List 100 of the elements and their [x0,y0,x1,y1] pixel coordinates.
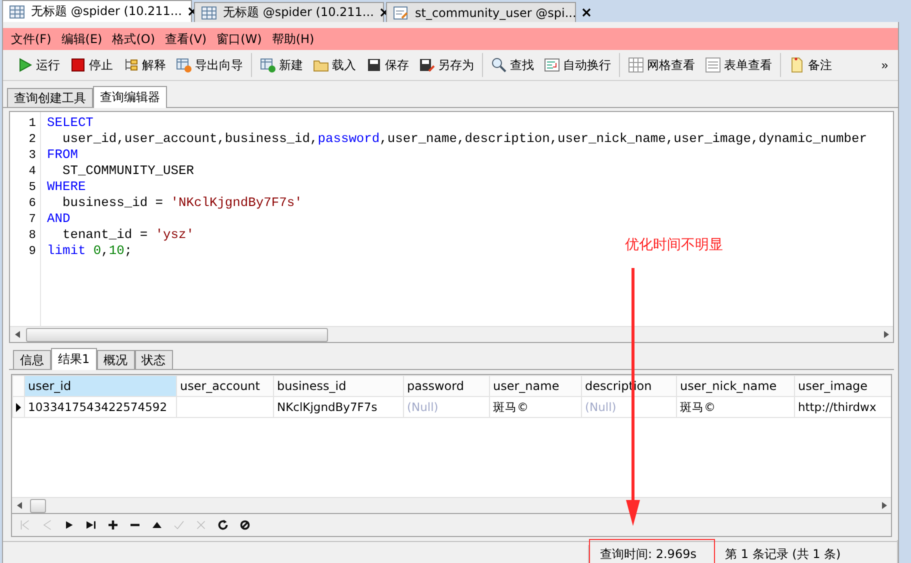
sql-editor[interactable] [9,111,894,343]
code-line: AND [47,211,70,227]
close-icon[interactable] [188,7,197,16]
line-number: 7 [28,211,37,227]
line-number: 1 [28,115,37,131]
code-line: user_id,user_account,business_id,password,user_name,description,user_nick_name,user_image,dynamic_number [61,131,867,147]
scroll-right-icon[interactable] [882,502,886,509]
column-header[interactable]: user_nick_name [676,376,794,396]
code-line: WHERE [47,179,86,195]
overflow-button[interactable]: » [877,58,892,72]
code-line: limit 0,10; [47,243,132,259]
tab-label: 无标题 @spider (10.211... [223,4,374,21]
table-cell: NKclKjgndBy7F7s [274,396,404,418]
menu-item[interactable]: 文件(F) [11,30,52,48]
toolbar-button[interactable]: 备注 [787,56,834,74]
cross-icon [195,519,207,531]
document-tab[interactable]: 无标题 @spider (10.211... [2,0,192,22]
code-line: ST_COMMUNITY_USER [61,163,194,179]
result-tab[interactable]: 状态 [134,350,173,369]
line-number: 2 [28,131,37,147]
table-export-icon [176,57,192,73]
line-number: 3 [28,147,37,163]
scroll-left-icon[interactable] [14,331,20,338]
first-record-icon [19,519,31,531]
column-header[interactable]: password [404,376,490,396]
previous-record-icon [41,519,53,531]
table-cell: 斑马© [676,396,794,418]
line-number: 6 [28,195,37,211]
line-number: 8 [28,227,37,243]
result-tab[interactable]: 概况 [96,350,135,369]
result-tab[interactable]: 信息 [13,350,51,369]
refresh-icon [217,519,229,531]
result-tab[interactable]: 结果1 [51,348,97,370]
null-cell: (Null) [582,396,676,418]
plus-icon [107,519,119,531]
editor-tab[interactable]: 查询创建工具 [7,88,93,107]
editor-tab[interactable]: 查询编辑器 [93,86,167,108]
toolbar-button[interactable]: 解释 [121,56,168,74]
table-icon [9,4,25,20]
table-add-icon [260,57,276,73]
toolbar-button[interactable]: 载入 [311,56,358,74]
horizontal-scrollbar[interactable] [10,326,893,342]
toolbar-button[interactable]: 查找 [489,56,536,74]
tab-label: 无标题 @spider (10.211... [31,3,182,20]
scroll-right-icon[interactable] [884,331,888,338]
code-line: FROM [47,147,78,163]
toolbar-button[interactable]: 另存为 [417,56,476,74]
annotation-text: 优化时间不明显 [625,236,723,254]
form-icon [705,57,721,73]
grid-icon [628,57,644,73]
line-number: 4 [28,163,37,179]
close-icon[interactable] [582,8,592,17]
column-header[interactable]: user_account [176,376,274,396]
tree-icon [123,57,139,73]
table-cell: 1033417543422574592 [24,396,176,418]
table-icon [201,4,217,20]
column-header[interactable]: user_id [24,376,176,396]
menu-item[interactable]: 编辑(E) [61,30,102,48]
query-icon [393,4,409,20]
close-icon[interactable] [380,8,389,17]
line-number: 9 [28,243,37,259]
wrap-text-icon [544,57,560,73]
code-line: SELECT [47,115,94,131]
scroll-thumb[interactable] [26,328,328,342]
toolbar-button[interactable]: 保存 [364,56,411,74]
toolbar-button[interactable]: 运行 [15,56,62,74]
play-icon [63,519,75,531]
toolbar-button[interactable]: 自动换行 [542,56,613,74]
play-icon [17,57,33,73]
document-tab[interactable]: 无标题 @spider (10.211... [194,2,384,22]
tab-label: st_community_user @spi... [415,6,576,20]
column-header[interactable]: user_image [794,376,891,396]
cancel-icon [239,519,251,531]
table-cell: 斑马© [490,396,582,418]
search-icon [491,57,507,73]
menu-item[interactable]: 帮助(H) [272,30,314,48]
status-text: 查询时间: 2.969s [589,539,715,563]
floppy-pencil-icon [419,57,435,73]
stop-icon [70,57,86,73]
toolbar-button[interactable]: 导出向导 [174,56,245,74]
note-icon [789,57,805,73]
code-line: tenant_id = 'ysz' [61,227,194,243]
horizontal-scrollbar[interactable] [12,497,891,513]
column-header[interactable]: user_name [490,376,582,396]
null-cell: (Null) [404,396,490,418]
line-number: 5 [28,179,37,195]
scroll-left-icon[interactable] [16,502,22,509]
row-pointer-icon[interactable] [16,402,21,412]
toolbar-button[interactable]: 新建 [258,56,305,74]
toolbar-button[interactable]: 停止 [68,56,115,74]
floppy-icon [366,57,382,73]
menu-item[interactable]: 查看(V) [165,30,207,48]
status-text: 第 1 条记录 (共 1 条) [715,540,898,563]
check-icon [173,519,185,531]
column-header[interactable]: business_id [274,376,404,396]
menu-item[interactable]: 窗口(W) [216,30,262,48]
scroll-thumb[interactable] [30,499,46,513]
toolbar-button[interactable]: 网格查看 [626,56,697,74]
toolbar-button[interactable]: 表单查看 [703,56,774,74]
menu-item[interactable]: 格式(O) [112,30,156,48]
